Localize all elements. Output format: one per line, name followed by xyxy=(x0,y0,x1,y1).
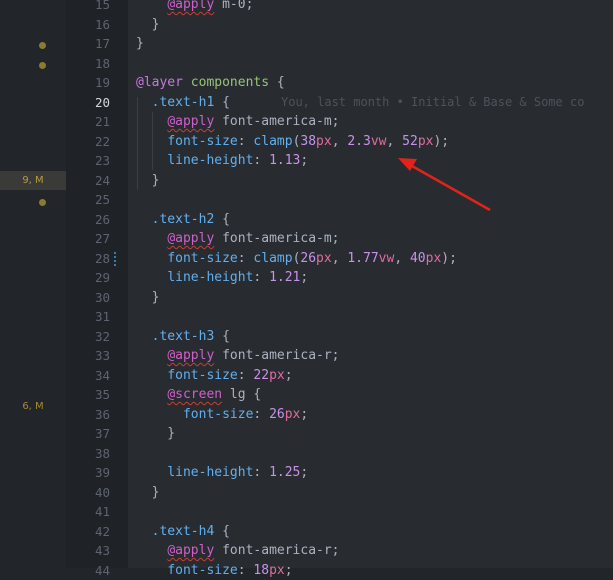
annotation-arrow-icon xyxy=(0,0,613,568)
